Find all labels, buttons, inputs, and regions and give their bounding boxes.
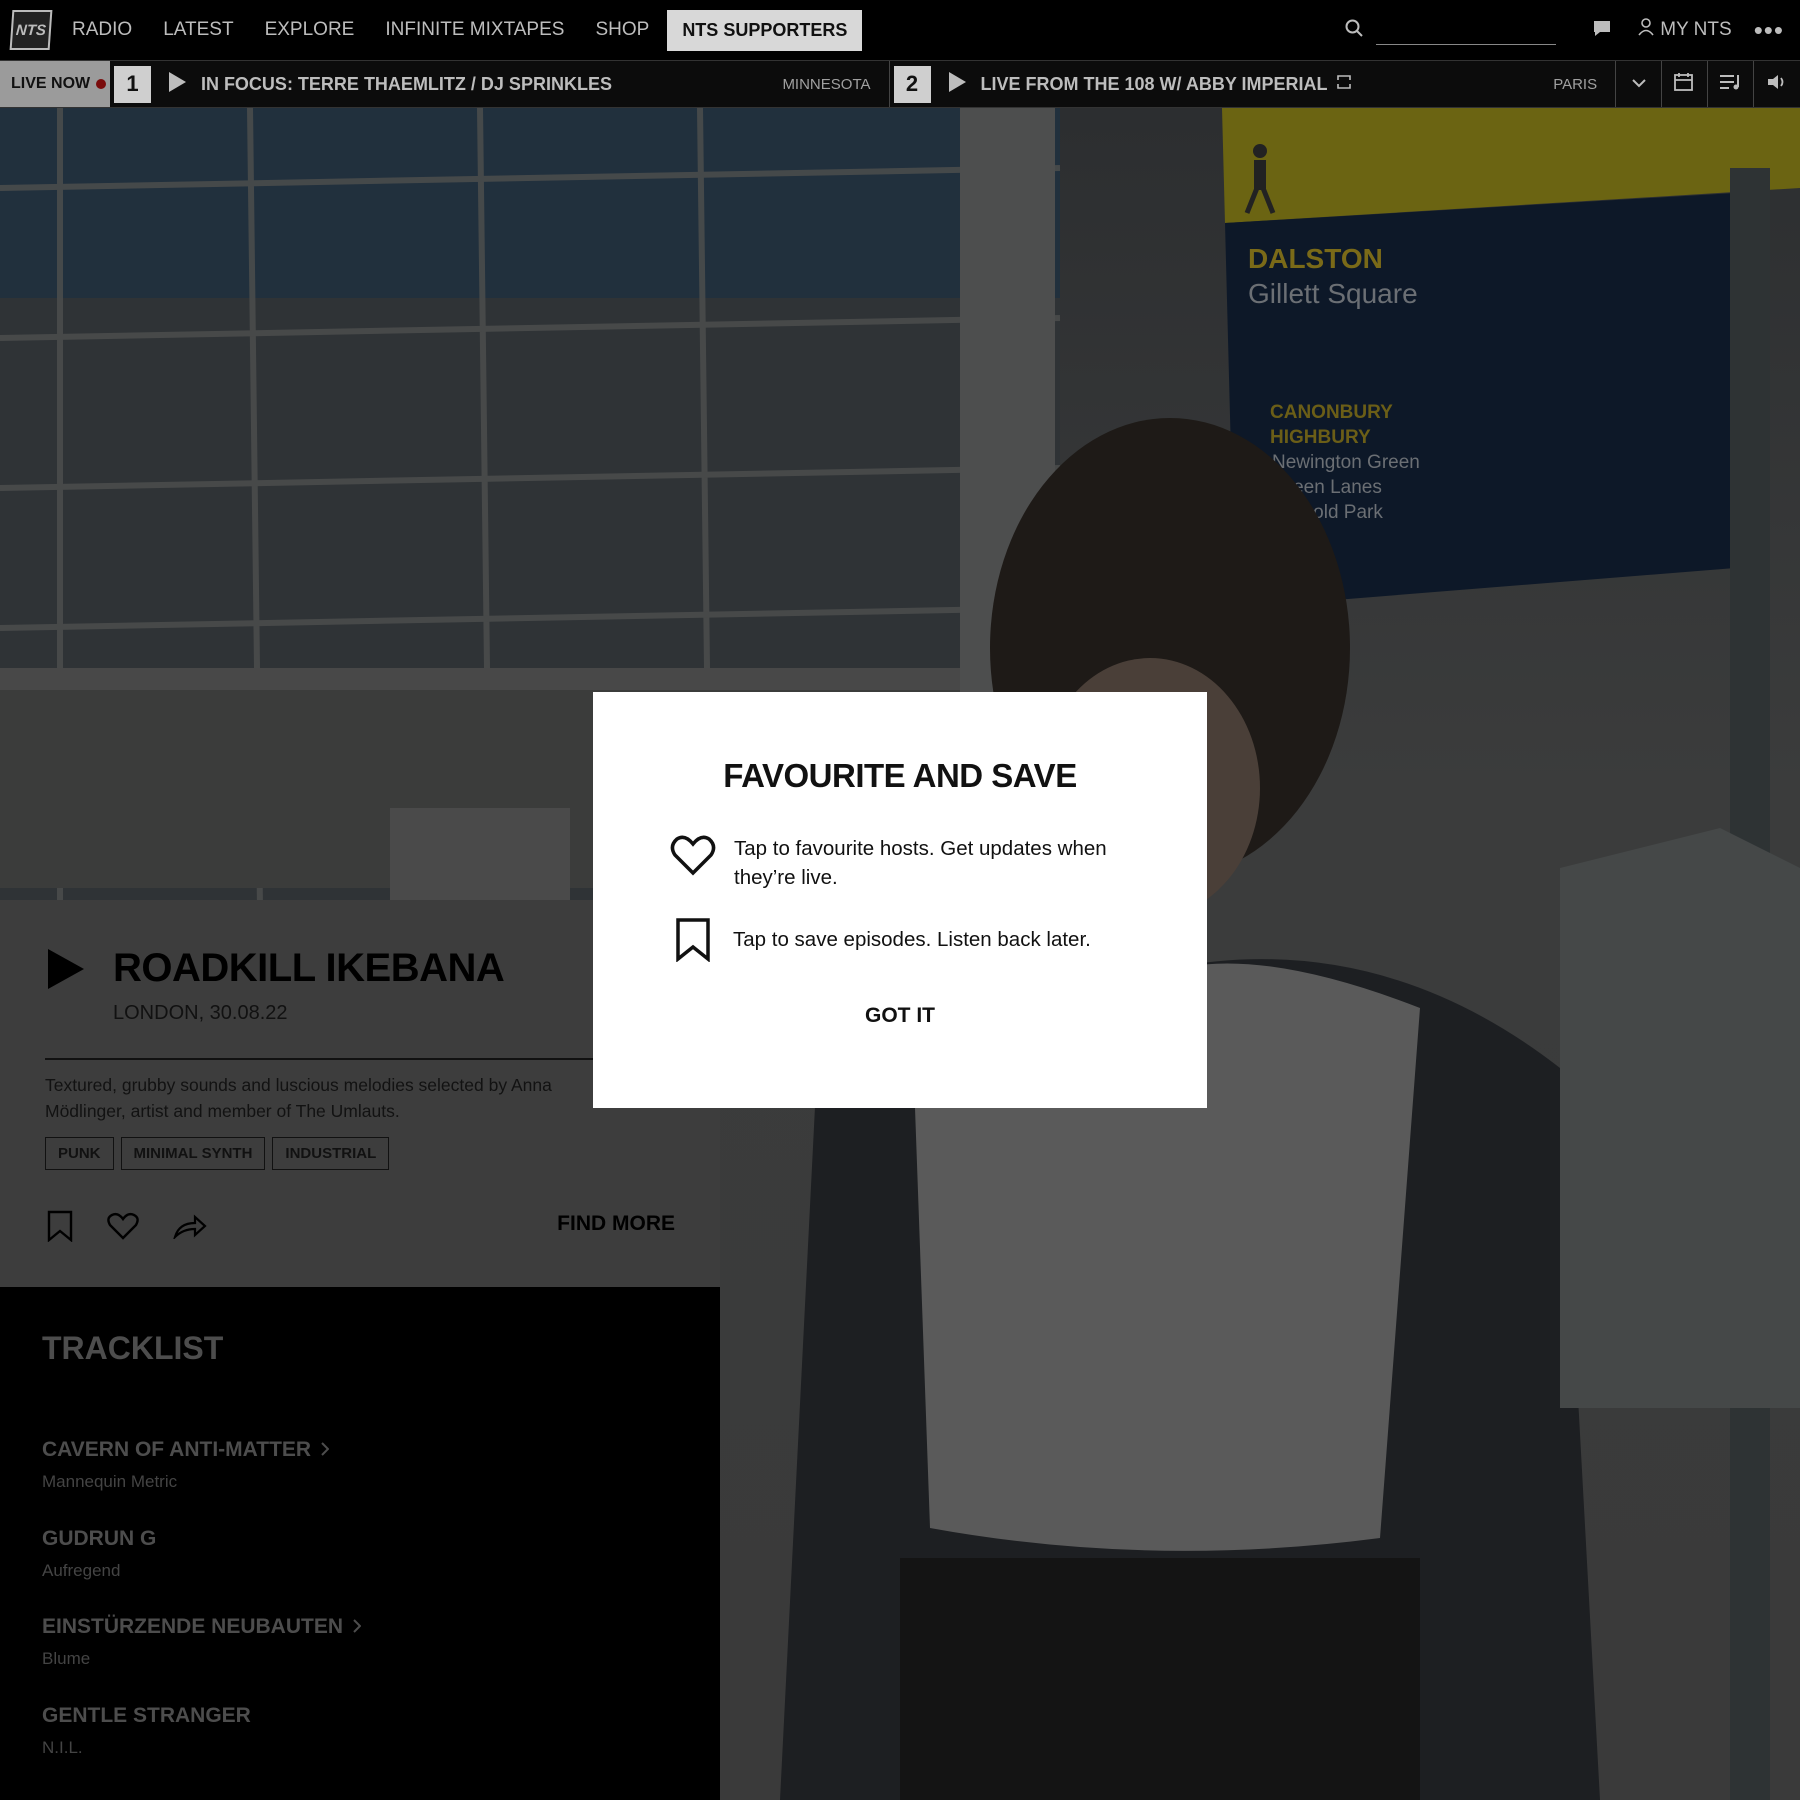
user-icon xyxy=(1638,18,1660,42)
channel-location: PARIS xyxy=(1553,75,1598,93)
chevron-down-icon xyxy=(1631,75,1647,93)
channel-title: IN FOCUS: TERRE THAEMLITZ / DJ SPRINKLES xyxy=(200,73,612,94)
live-now-badge: LIVE NOW xyxy=(0,61,110,107)
episode-title: ROADKILL IKEBANA xyxy=(113,946,505,990)
live-bar: LIVE NOW 1 IN FOCUS: TERRE THAEMLITZ / D… xyxy=(0,60,1800,108)
search-input[interactable] xyxy=(1376,15,1557,45)
tag-industrial[interactable]: INDUSTRIAL xyxy=(272,1137,390,1170)
channel-2[interactable]: 2 LIVE FROM THE 108 W/ ABBY IMPERIAL PAR… xyxy=(890,61,1617,107)
modal-favourite-text: Tap to favourite hosts. Get updates when… xyxy=(734,837,1107,889)
genre-tags: PUNK MINIMAL SYNTH INDUSTRIAL xyxy=(45,1137,390,1170)
search-icon[interactable] xyxy=(1344,18,1364,43)
track-artist-link[interactable]: CAVERN OF ANTI-MATTER xyxy=(42,1438,330,1462)
sign-line: HIGHBURY xyxy=(1270,427,1371,448)
schedule-button[interactable] xyxy=(1662,61,1709,107)
channel-number: 2 xyxy=(893,65,931,103)
nav-right: MY NTS ••• xyxy=(1344,0,1800,60)
track-item: GUDRUN G Aufregend xyxy=(42,1527,156,1581)
track-title: N.I.L. xyxy=(42,1738,83,1757)
bookmark-icon[interactable] xyxy=(47,1210,73,1242)
tag-punk[interactable]: PUNK xyxy=(45,1137,114,1170)
expand-button[interactable] xyxy=(1616,61,1663,107)
bookmark-icon xyxy=(675,918,711,967)
sign-title: DALSTON xyxy=(1248,243,1383,274)
track-title: Aufregend xyxy=(42,1561,121,1580)
nav-shop[interactable]: SHOP xyxy=(595,19,649,41)
volume-icon xyxy=(1767,73,1787,96)
track-title: Blume xyxy=(42,1649,91,1668)
nts-logo[interactable]: NTS xyxy=(9,10,53,50)
heart-icon[interactable] xyxy=(107,1212,139,1240)
nav-radio[interactable]: RADIO xyxy=(72,19,132,41)
nav-nts-supporters[interactable]: NTS SUPPORTERS xyxy=(667,9,863,51)
track-item: CAVERN OF ANTI-MATTER Mannequin Metric xyxy=(42,1438,330,1492)
channel-number: 1 xyxy=(113,65,151,103)
channel-1[interactable]: 1 IN FOCUS: TERRE THAEMLITZ / DJ SPRINKL… xyxy=(110,61,890,107)
live-dot-icon xyxy=(96,79,107,89)
favourite-save-modal: FAVOURITE AND SAVE Tap to favourite host… xyxy=(593,692,1207,1108)
calendar-icon xyxy=(1673,72,1696,97)
nav-explore[interactable]: EXPLORE xyxy=(265,19,355,41)
episode-play-icon[interactable] xyxy=(46,947,86,996)
channel-location: MINNESOTA xyxy=(782,75,871,93)
channel-title: LIVE FROM THE 108 W/ ABBY IMPERIAL xyxy=(980,73,1328,94)
track-artist: GUDRUN G xyxy=(42,1527,157,1550)
volume-button[interactable] xyxy=(1754,61,1800,107)
tag-minimal-synth[interactable]: MINIMAL SYNTH xyxy=(120,1137,266,1170)
sign-subtitle: Gillett Square xyxy=(1248,278,1418,309)
track-artist: EINSTÜRZENDE NEUBAUTEN xyxy=(42,1615,344,1638)
track-item: GENTLE STRANGER N.I.L. xyxy=(42,1704,251,1758)
episode-actions xyxy=(47,1210,207,1242)
sign-line: CANONBURY xyxy=(1270,402,1393,423)
play-icon[interactable] xyxy=(167,71,187,98)
modal-save-text: Tap to save episodes. Listen back later. xyxy=(733,928,1091,951)
find-more-button[interactable]: FIND MORE xyxy=(557,1212,675,1236)
track-item: EINSTÜRZENDE NEUBAUTEN Blume xyxy=(42,1615,362,1669)
chat-icon[interactable] xyxy=(1592,19,1612,42)
nav-latest[interactable]: LATEST xyxy=(163,19,233,41)
track-artist-link[interactable]: EINSTÜRZENDE NEUBAUTEN xyxy=(42,1615,362,1639)
my-nts-button[interactable]: MY NTS xyxy=(1638,18,1732,42)
track-artist-link[interactable]: GENTLE STRANGER xyxy=(42,1704,251,1728)
chevron-right-icon xyxy=(321,1438,330,1462)
modal-title: FAVOURITE AND SAVE xyxy=(723,757,1077,794)
tracklist-heading: TRACKLIST xyxy=(42,1330,224,1366)
play-icon[interactable] xyxy=(947,71,967,98)
my-nts-label: MY NTS xyxy=(1660,19,1732,40)
track-artist: CAVERN OF ANTI-MATTER xyxy=(42,1438,312,1461)
playlist-icon xyxy=(1719,73,1743,96)
modal-favourite-row: Tap to favourite hosts. Get updates when… xyxy=(670,834,1114,892)
repeat-icon xyxy=(1336,74,1352,95)
nav-infinite-mixtapes[interactable]: INFINITE MIXTAPES xyxy=(385,19,564,41)
episode-subtitle: LONDON, 30.08.22 xyxy=(113,1002,288,1024)
live-now-label: LIVE NOW xyxy=(11,75,91,92)
search xyxy=(1344,15,1557,45)
tracklist: TRACKLIST CAVERN OF ANTI-MATTER Mannequi… xyxy=(0,1287,720,1800)
top-nav: NTS RADIO LATEST EXPLORE INFINITE MIXTAP… xyxy=(0,0,1800,60)
track-artist: GENTLE STRANGER xyxy=(42,1704,251,1727)
track-artist-link[interactable]: GUDRUN G xyxy=(42,1527,156,1551)
track-title: Mannequin Metric xyxy=(42,1472,178,1491)
heart-icon xyxy=(670,834,716,881)
episode-description: Textured, grubby sounds and luscious mel… xyxy=(45,1075,552,1121)
chevron-right-icon xyxy=(353,1615,362,1639)
modal-save-row: Tap to save episodes. Listen back later. xyxy=(670,918,1113,967)
more-icon[interactable]: ••• xyxy=(1754,17,1784,43)
sign-line: Newington Green xyxy=(1272,452,1420,473)
share-icon[interactable] xyxy=(173,1213,207,1239)
got-it-button[interactable]: GOT IT xyxy=(593,1004,1207,1028)
playlist-button[interactable] xyxy=(1708,61,1754,107)
